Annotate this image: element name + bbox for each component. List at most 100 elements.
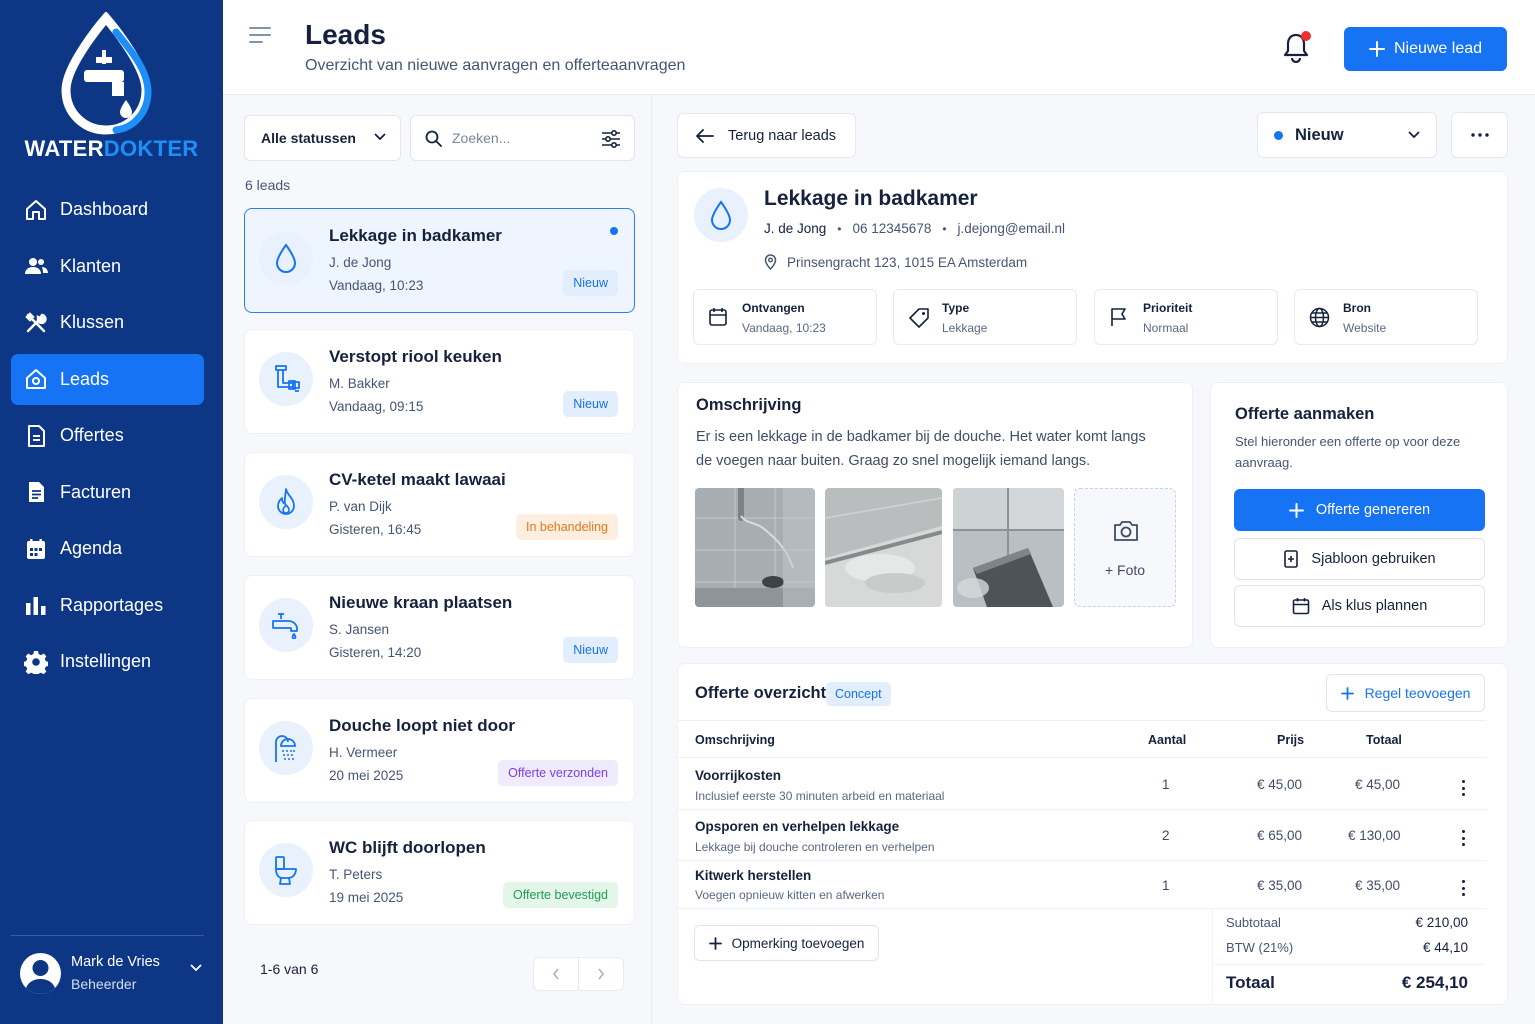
- new-lead-button[interactable]: Nieuwe lead: [1344, 27, 1507, 71]
- pagination-label: 1-6 van 6: [260, 961, 319, 977]
- chevron-down-icon: [374, 133, 386, 141]
- create-quote-title: Offerte aanmaken: [1235, 405, 1375, 423]
- filter-sliders-icon[interactable]: [601, 129, 621, 149]
- arrow-left-icon: [696, 128, 714, 143]
- search-icon: [425, 130, 442, 147]
- page-subtitle: Overzicht van nieuwe aanvragen en offert…: [305, 57, 686, 74]
- status-badge: Nieuw: [563, 270, 618, 296]
- photo-thumbnail[interactable]: [825, 488, 942, 607]
- plus-icon: [1288, 502, 1304, 518]
- gear-icon: [24, 650, 48, 674]
- row-subtitle: Voegen opnieuw kitten en afwerken: [695, 888, 885, 902]
- subtotal-label: Subtotaal: [1226, 915, 1281, 930]
- divider: [678, 860, 1486, 861]
- more-options-button[interactable]: [1451, 112, 1508, 158]
- status-badge: Offerte bevestigd: [503, 882, 618, 908]
- sidebar-item-label: Agenda: [60, 538, 123, 558]
- lead-title: Verstopt riool keuken: [329, 347, 502, 366]
- lead-card[interactable]: Verstopt riool keuken M. Bakker Vandaag,…: [244, 329, 635, 434]
- lead-icon-wrap: [259, 475, 313, 529]
- generate-quote-button[interactable]: Offerte genereren: [1234, 489, 1485, 531]
- sidebar-item-agenda[interactable]: Agenda: [11, 523, 204, 574]
- sidebar-item-klanten[interactable]: Klanten: [11, 241, 204, 292]
- chevron-left-icon: [552, 968, 559, 980]
- sidebar: WATERDOKTER Dashboard Klanten Klussen Le…: [0, 0, 223, 1024]
- prev-page-button[interactable]: [534, 958, 579, 990]
- add-row-button[interactable]: Regel teovoegen: [1326, 674, 1485, 712]
- separator-dot: •: [837, 221, 842, 236]
- page-title: Leads: [305, 19, 386, 50]
- lead-time: Vandaag, 09:15: [329, 399, 424, 414]
- inbox-icon: [26, 369, 46, 389]
- row-total: € 45,00: [1355, 777, 1401, 792]
- vat-label: BTW (21%): [1226, 940, 1294, 955]
- lead-title: Nieuwe kraan plaatsen: [329, 593, 513, 612]
- description-card: Omschrijving Er is een lekkage in de bad…: [677, 382, 1193, 648]
- menu-icon[interactable]: [249, 26, 271, 44]
- sidebar-item-rapportages[interactable]: Rapportages: [11, 580, 204, 631]
- status-filter-value: Alle statussen: [261, 130, 356, 146]
- plus-icon: [1340, 686, 1354, 700]
- plan-job-button[interactable]: Als klus plannen: [1234, 585, 1485, 627]
- map-pin-icon: [764, 254, 777, 270]
- add-photo-button[interactable]: + Foto: [1074, 488, 1176, 607]
- sidebar-item-label: Dashboard: [60, 199, 149, 219]
- sidebar-item-offertes[interactable]: Offertes: [11, 410, 204, 461]
- meta-source: Bron Website: [1294, 289, 1478, 345]
- lead-card[interactable]: WC blijft doorlopen T. Peters 19 mei 202…: [244, 820, 635, 925]
- photo-thumbnail[interactable]: [695, 488, 815, 607]
- row-title: Opsporen en verhelpen lekkage: [695, 819, 900, 834]
- lead-card[interactable]: Nieuwe kraan plaatsen S. Jansen Gisteren…: [244, 575, 635, 680]
- lead-customer: J. de Jong: [329, 255, 392, 270]
- column-header-description: Omschrijving: [695, 733, 775, 747]
- back-to-leads-button[interactable]: Terug naar leads: [677, 113, 856, 158]
- plan-job-label: Als klus plannen: [1321, 598, 1428, 614]
- generate-quote-label: Offerte genereren: [1315, 502, 1431, 518]
- sidebar-item-leads[interactable]: Leads: [11, 353, 204, 405]
- row-menu-button[interactable]: [1457, 878, 1469, 898]
- globe-icon: [1309, 307, 1330, 328]
- brand-wordmark: WATERDOKTER: [0, 136, 223, 162]
- status-select[interactable]: Nieuw: [1257, 112, 1437, 158]
- next-page-button[interactable]: [579, 958, 623, 990]
- row-menu-button[interactable]: [1457, 828, 1469, 848]
- row-total: € 130,00: [1348, 828, 1401, 843]
- divider: [678, 720, 1486, 721]
- add-note-button[interactable]: Opmerking toevoegen: [694, 925, 879, 961]
- users-icon: [25, 258, 48, 274]
- back-label: Terug naar leads: [728, 127, 837, 144]
- add-row-label: Regel teovoegen: [1364, 685, 1471, 701]
- row-menu-button[interactable]: [1457, 778, 1469, 798]
- lead-time: 19 mei 2025: [329, 890, 404, 905]
- sidebar-item-facturen[interactable]: Facturen: [11, 467, 204, 518]
- sidebar-item-instellingen[interactable]: Instellingen: [11, 636, 204, 687]
- lead-card[interactable]: CV-ketel maakt lawaai P. van Dijk Gister…: [244, 452, 635, 557]
- column-header-price: Prijs: [1277, 733, 1305, 747]
- use-template-button[interactable]: Sjabloon gebruiken: [1234, 538, 1485, 580]
- photo-thumbnail[interactable]: [953, 488, 1064, 607]
- tools-icon: [25, 311, 47, 332]
- lead-card[interactable]: Douche loopt niet door H. Vermeer 20 mei…: [244, 698, 635, 803]
- contact-phone[interactable]: 06 12345678: [853, 221, 932, 236]
- search-input[interactable]: [452, 130, 582, 146]
- document-icon: [28, 424, 45, 447]
- column-header-quantity: Aantal: [1148, 733, 1187, 747]
- lead-time: Vandaag, 10:23: [329, 278, 424, 293]
- sidebar-item-klussen[interactable]: Klussen: [11, 297, 204, 348]
- lead-customer: S. Jansen: [329, 622, 390, 637]
- sidebar-item-dashboard[interactable]: Dashboard: [11, 184, 204, 235]
- row-title: Voorrijkosten: [695, 768, 782, 783]
- lead-customer: M. Bakker: [329, 376, 390, 391]
- contact-email[interactable]: j.dejong@email.nl: [958, 221, 1066, 236]
- lead-card[interactable]: Lekkage in badkamer J. de Jong Vandaag, …: [244, 208, 635, 313]
- sidebar-item-label: Facturen: [60, 481, 132, 502]
- brand-word-water: WATER: [24, 136, 104, 161]
- lead-icon-wrap: [259, 843, 313, 897]
- lead-icon-wrap: [694, 188, 748, 242]
- status-value: Nieuw: [1295, 125, 1344, 144]
- status-filter-select[interactable]: Alle statussen: [244, 115, 401, 161]
- status-badge: Nieuw: [563, 637, 618, 663]
- sidebar-item-label: Offertes: [60, 425, 124, 445]
- user-menu[interactable]: Mark de Vries Beheerder: [11, 935, 204, 1010]
- lead-time: 20 mei 2025: [329, 768, 404, 783]
